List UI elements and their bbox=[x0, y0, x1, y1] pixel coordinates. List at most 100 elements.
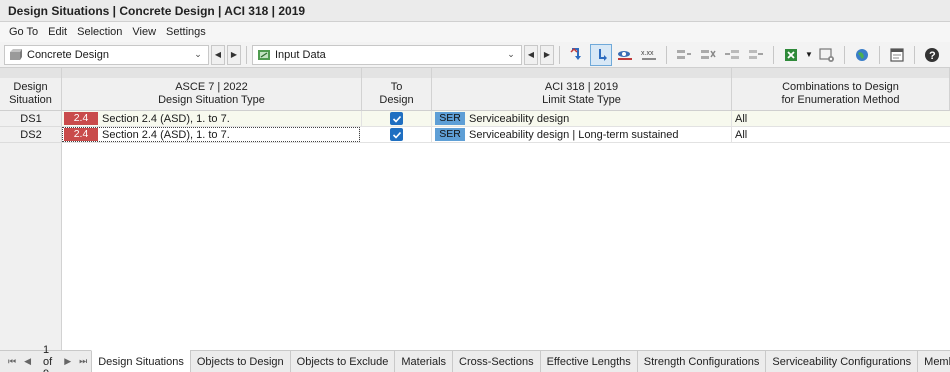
chevron-down-icon: ⌄ bbox=[507, 49, 515, 59]
jump-back-button[interactable] bbox=[566, 44, 588, 66]
next-module-button[interactable]: ▶ bbox=[227, 44, 241, 65]
menu-selection[interactable]: Selection bbox=[72, 24, 127, 40]
toolbar: Concrete Design ⌄ ◀ ▶ Input Data ⌄ ◀ ▶ x… bbox=[0, 42, 950, 68]
tab-materials[interactable]: Materials bbox=[394, 351, 452, 372]
tab-effective-lengths[interactable]: Effective Lengths bbox=[539, 351, 637, 372]
previous-page-icon[interactable]: ◀ bbox=[24, 356, 31, 367]
help-icon: ? bbox=[925, 47, 939, 62]
limit-state-text: Serviceability design | Long-term sustai… bbox=[469, 128, 679, 141]
type-badge: 2.4 bbox=[64, 128, 98, 141]
previous-module-button[interactable]: ◀ bbox=[211, 44, 225, 65]
header-line: Design bbox=[13, 81, 48, 93]
column-header-situation[interactable]: Design Situation bbox=[0, 78, 62, 111]
combinations-cell[interactable]: All bbox=[732, 127, 950, 142]
help-button[interactable]: ? bbox=[921, 44, 943, 66]
tab-objects-to-exclude[interactable]: Objects to Exclude bbox=[289, 351, 395, 372]
limit-state-cell[interactable]: SER Serviceability design | Long-term su… bbox=[432, 127, 732, 142]
row-header-ds2[interactable]: DS2 bbox=[0, 127, 62, 143]
header-band bbox=[432, 68, 732, 78]
export-excel-button[interactable] bbox=[780, 44, 802, 66]
move-right-icon bbox=[749, 49, 763, 59]
delete-row-icon bbox=[701, 49, 716, 59]
situation-type-text: Section 2.4 (ASD), 1. to 7. bbox=[102, 112, 230, 125]
export-dropdown-button[interactable]: ▼ bbox=[804, 44, 814, 66]
chevron-down-icon: ▼ bbox=[805, 50, 813, 59]
table-row[interactable]: 2.4 Section 2.4 (ASD), 1. to 7. SER Serv… bbox=[62, 111, 950, 127]
last-page-icon[interactable]: ⏭ bbox=[79, 356, 87, 367]
data-combo[interactable]: Input Data ⌄ bbox=[252, 44, 522, 65]
menu-edit[interactable]: Edit bbox=[43, 24, 72, 40]
design-situations-table: Design Situation ASCE 7 | 2022 Design Si… bbox=[0, 68, 950, 350]
menu-view[interactable]: View bbox=[127, 24, 161, 40]
toolbar-separator bbox=[246, 45, 247, 64]
to-design-checkbox[interactable] bbox=[390, 128, 403, 141]
next-page-icon[interactable]: ▶ bbox=[64, 356, 71, 367]
situation-type-cell[interactable]: 2.4 Section 2.4 (ASD), 1. to 7. bbox=[62, 127, 360, 142]
tab-strength-configurations[interactable]: Strength Configurations bbox=[636, 351, 766, 372]
svg-text:x.xx: x.xx bbox=[641, 50, 654, 57]
toolbar-separator bbox=[914, 45, 915, 64]
tab-serviceability-configurations[interactable]: Serviceability Configurations bbox=[765, 351, 917, 372]
window-title: Design Situations | Concrete Design | AC… bbox=[0, 0, 950, 22]
row-header-ds1[interactable]: DS1 bbox=[0, 111, 62, 127]
header-line: To bbox=[390, 81, 403, 93]
tab-cross-sections[interactable]: Cross-Sections bbox=[452, 351, 540, 372]
combinations-cell[interactable]: All bbox=[732, 111, 950, 126]
previous-data-button[interactable]: ◀ bbox=[524, 44, 538, 65]
first-page-icon[interactable]: ⏮ bbox=[8, 356, 16, 367]
toolbar-separator bbox=[773, 45, 774, 64]
situation-type-cell[interactable]: 2.4 Section 2.4 (ASD), 1. to 7. bbox=[62, 111, 362, 126]
jump-back-icon bbox=[570, 47, 581, 60]
menu-settings[interactable]: Settings bbox=[161, 24, 211, 40]
header-band bbox=[732, 68, 950, 78]
report-button[interactable] bbox=[886, 44, 908, 66]
limit-state-badge: SER bbox=[435, 112, 465, 125]
to-design-cell[interactable] bbox=[362, 111, 432, 126]
module-combo-value: Concrete Design bbox=[27, 48, 109, 61]
header-line: Situation bbox=[9, 94, 52, 106]
limit-state-badge: SER bbox=[435, 128, 465, 141]
to-design-checkbox[interactable] bbox=[390, 112, 403, 125]
report-icon bbox=[890, 47, 904, 62]
toolbar-separator bbox=[559, 45, 560, 64]
header-band bbox=[0, 68, 62, 78]
select-in-model-button[interactable] bbox=[590, 43, 612, 66]
view-model-button[interactable] bbox=[851, 44, 873, 66]
select-arrow-icon bbox=[599, 48, 607, 61]
header-line: Combinations to Design bbox=[782, 81, 899, 93]
module-combo[interactable]: Concrete Design ⌄ bbox=[4, 44, 209, 65]
column-header-limit-state[interactable]: ACI 318 | 2019 Limit State Type bbox=[432, 78, 732, 111]
table-row[interactable]: 2.4 Section 2.4 (ASD), 1. to 7. SER Serv… bbox=[62, 127, 950, 143]
to-design-cell[interactable] bbox=[362, 127, 432, 142]
toolbar-separator bbox=[666, 45, 667, 64]
visibility-icon bbox=[618, 50, 632, 60]
column-header-to-design[interactable]: To Design bbox=[362, 78, 432, 111]
column-header-situation-type[interactable]: ASCE 7 | 2022 Design Situation Type bbox=[62, 78, 362, 111]
limit-state-cell[interactable]: SER Serviceability design bbox=[432, 111, 732, 126]
type-badge: 2.4 bbox=[64, 112, 98, 125]
page-indicator: 1 of 9 bbox=[43, 343, 53, 372]
insert-row-button[interactable] bbox=[673, 44, 695, 66]
header-band bbox=[62, 68, 362, 78]
header-line: Design Situation Type bbox=[158, 94, 265, 106]
tab-member[interactable]: Member bbox=[917, 351, 950, 372]
move-up-button[interactable] bbox=[721, 44, 743, 66]
column-header-combinations[interactable]: Combinations to Design for Enumeration M… bbox=[732, 78, 950, 111]
tab-design-situations[interactable]: Design Situations bbox=[91, 350, 190, 372]
table-settings-button[interactable] bbox=[816, 44, 838, 66]
concrete-design-icon bbox=[10, 48, 22, 60]
sheet-tab-bar: ⏮ ◀ 1 of 9 ▶ ⏭ Design Situations Objects… bbox=[0, 344, 950, 372]
checkmark-icon bbox=[392, 115, 401, 123]
visibility-button[interactable] bbox=[614, 44, 636, 66]
tab-objects-to-design[interactable]: Objects to Design bbox=[189, 351, 290, 372]
checkmark-icon bbox=[392, 131, 401, 139]
menu-go-to[interactable]: Go To bbox=[4, 24, 43, 40]
insert-row-icon bbox=[677, 49, 691, 59]
toolbar-separator bbox=[879, 45, 880, 64]
header-band bbox=[362, 68, 432, 78]
delete-row-button[interactable] bbox=[697, 44, 719, 66]
move-down-button[interactable] bbox=[745, 44, 767, 66]
svg-text:?: ? bbox=[929, 50, 936, 62]
next-data-button[interactable]: ▶ bbox=[540, 44, 554, 65]
numbering-button[interactable]: x.xx bbox=[638, 44, 660, 66]
